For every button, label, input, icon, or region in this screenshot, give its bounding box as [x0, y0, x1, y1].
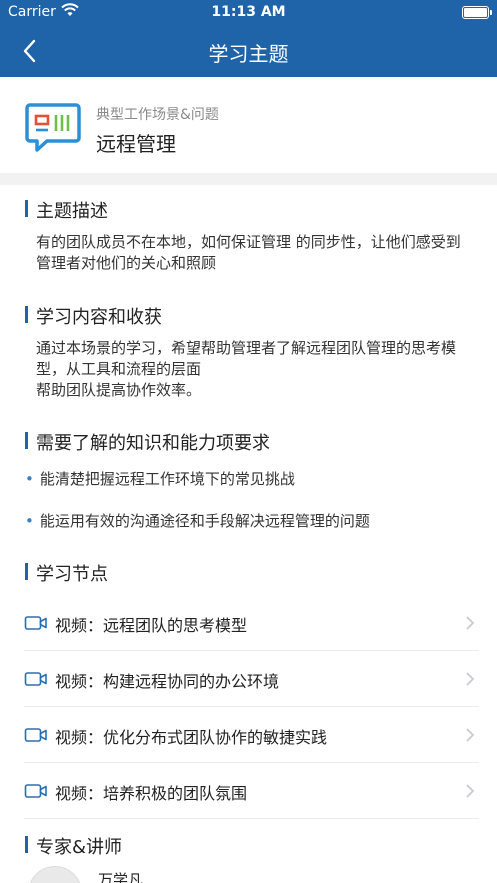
- section-heading-nodes: 学习节点: [25, 560, 108, 586]
- clock: 11:13 AM: [211, 4, 286, 20]
- page-title: 学习主题: [208, 42, 289, 66]
- section-divider: [0, 173, 497, 185]
- requirement-text: 能运用有效的沟通途径和手段解决远程管理的问题: [39, 512, 370, 530]
- chevron-right-icon: [466, 728, 475, 742]
- nav-bar: 学习主题: [0, 26, 497, 77]
- status-bar: Carrier 11:13 AM: [0, 0, 497, 26]
- content-line: 通过本场景的学习，希望帮助管理者了解远程团队管理的思考模型，从工具和流程的层面: [36, 339, 457, 378]
- description-text: 有的团队成员不在本地，如何保证管理 的同步性，让他们感受到管理者对他们的关心和照…: [36, 233, 461, 272]
- learning-node-item[interactable]: 视频：培养积极的团队氛围: [24, 763, 479, 819]
- topic-header: 典型工作场景&问题 远程管理: [0, 77, 497, 173]
- video-camera-icon: [24, 672, 47, 686]
- avatar[interactable]: [28, 866, 82, 883]
- chat-board-icon: [25, 103, 81, 152]
- video-camera-icon: [24, 728, 47, 742]
- learning-node-item[interactable]: 视频：远程团队的思考模型: [24, 595, 479, 651]
- topic-category: 典型工作场景&问题: [96, 107, 219, 123]
- battery-icon: [462, 6, 492, 19]
- section-heading-content: 学习内容和收获: [25, 303, 162, 329]
- section-heading-description: 主题描述: [25, 197, 108, 223]
- section-heading-requirements: 需要了解的知识和能力项要求: [25, 429, 270, 455]
- node-label: 视频：优化分布式团队协作的敏捷实践: [55, 728, 328, 747]
- node-label: 视频：培养积极的团队氛围: [55, 784, 248, 803]
- node-label: 视频：构建远程协同的办公环境: [55, 672, 280, 691]
- node-label: 视频：远程团队的思考模型: [55, 616, 248, 635]
- learning-node-item[interactable]: 视频：构建远程协同的办公环境: [24, 651, 479, 707]
- content-line: 帮助团队提高协作效率。: [36, 381, 202, 399]
- requirement-item: • 能运用有效的沟通途径和手段解决远程管理的问题: [25, 510, 370, 531]
- video-camera-icon: [24, 784, 47, 798]
- chevron-right-icon: [466, 672, 475, 686]
- topic-title: 远程管理: [96, 132, 176, 156]
- requirement-item: • 能清楚把握远程工作环境下的常见挑战: [25, 468, 295, 489]
- expert-name[interactable]: 万学凡: [98, 869, 143, 883]
- video-camera-icon: [24, 616, 47, 630]
- content-text: 通过本场景的学习，希望帮助管理者了解远程团队管理的思考模型，从工具和流程的层面 …: [36, 338, 476, 401]
- chevron-right-icon: [466, 616, 475, 630]
- bullet-dot-icon: •: [25, 470, 34, 488]
- bullet-dot-icon: •: [25, 512, 34, 530]
- requirement-text: 能清楚把握远程工作环境下的常见挑战: [39, 470, 295, 488]
- section-heading-experts: 专家&讲师: [25, 833, 122, 859]
- chevron-right-icon: [466, 784, 475, 798]
- learning-node-item[interactable]: 视频：优化分布式团队协作的敏捷实践: [24, 707, 479, 763]
